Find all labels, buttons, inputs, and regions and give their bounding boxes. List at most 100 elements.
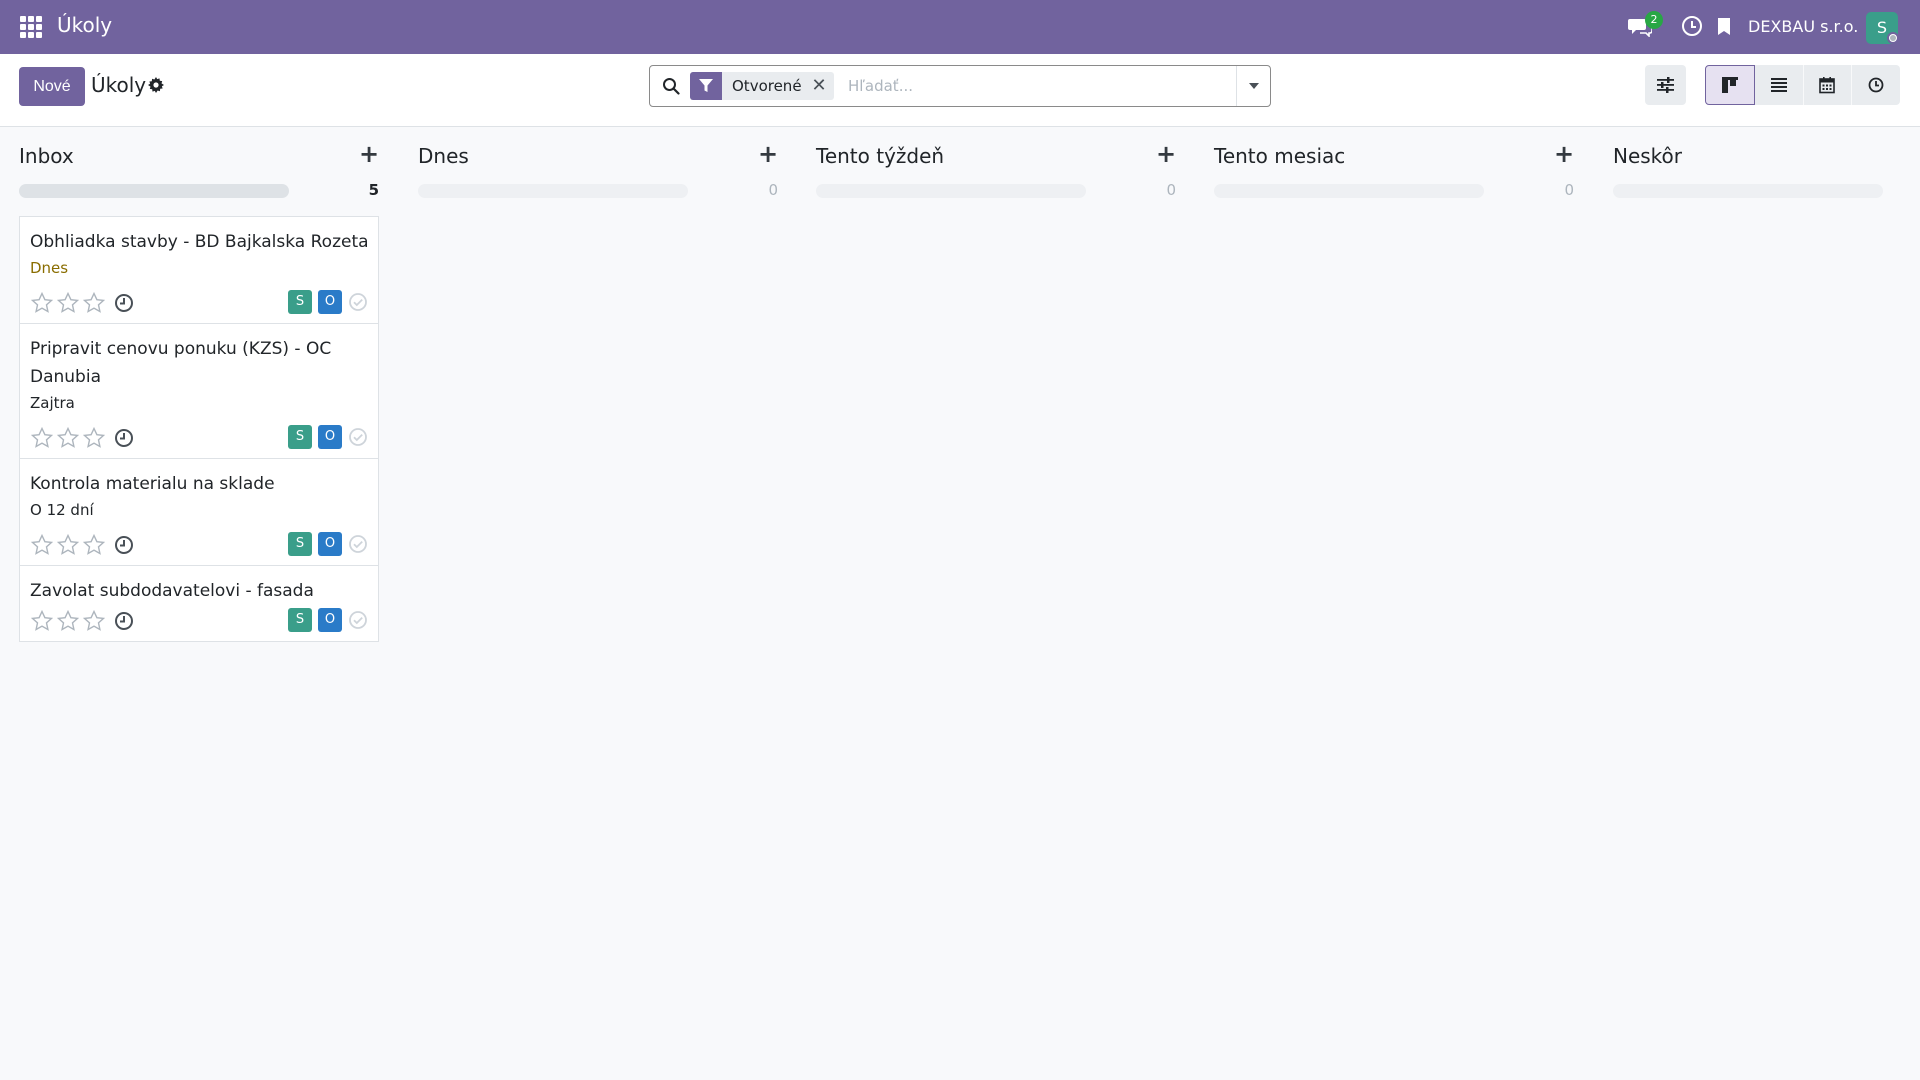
column-title[interactable]: Tento mesiac [1214, 144, 1345, 168]
activity-clock-icon[interactable] [114, 428, 134, 448]
assignee-avatar[interactable]: S [288, 425, 312, 449]
star-icon[interactable] [56, 291, 80, 315]
card-title: Zavolat subdodavatelovi - fasada [30, 581, 314, 601]
settings-button[interactable] [1645, 65, 1686, 105]
task-card[interactable]: Pripravit cenovu ponuku (KZS) - OC Danub… [20, 324, 378, 459]
column-header: Tento týždeň + [816, 142, 1176, 172]
card-deadline: Zajtra [30, 394, 75, 412]
assignees: S O [282, 290, 368, 314]
column-progress-bar[interactable] [418, 184, 688, 198]
column-count: 0 [768, 181, 778, 199]
assignee-avatar[interactable]: S [288, 608, 312, 632]
column-header: Neskôr [1613, 142, 1913, 172]
star-icon[interactable] [56, 533, 80, 557]
task-card[interactable]: Zavolat subdodavatelovi - fasada S O [20, 566, 378, 641]
clock-icon [1868, 77, 1884, 93]
column-add-icon[interactable]: + [1156, 142, 1176, 166]
priority-stars [30, 291, 108, 315]
card-title: Kontrola materialu na sklade [30, 474, 275, 494]
check-circle-icon[interactable] [348, 292, 368, 312]
assignee-avatar[interactable]: O [318, 608, 342, 632]
column-title[interactable]: Inbox [19, 144, 74, 168]
star-icon[interactable] [30, 533, 54, 557]
kanban-icon [1721, 77, 1738, 93]
assignees: S O [282, 608, 368, 632]
top-navbar: Úkoly 2 DEXBAU s.r.o. S [0, 0, 1920, 54]
assignee-avatar[interactable]: O [318, 532, 342, 556]
column-title[interactable]: Tento týždeň [816, 144, 944, 168]
company-switcher[interactable]: DEXBAU s.r.o. [1748, 17, 1858, 36]
card-title: Obhliadka stavby - BD Bajkalska Rozeta [30, 232, 369, 252]
column-header: Inbox + [19, 142, 379, 172]
star-icon[interactable] [56, 609, 80, 633]
activity-clock-icon[interactable] [114, 293, 134, 313]
search-input[interactable] [848, 74, 1228, 98]
card-footer: S O [30, 422, 368, 458]
check-circle-icon[interactable] [348, 534, 368, 554]
assignees: S O [282, 425, 368, 449]
column-count: 5 [368, 181, 379, 199]
new-button[interactable]: Nové [19, 67, 85, 106]
bookmark-icon[interactable] [1717, 17, 1731, 36]
search-options-dropdown-icon[interactable] [1236, 66, 1270, 106]
column-add-icon[interactable]: + [1554, 142, 1574, 166]
column-add-icon[interactable]: + [359, 142, 379, 166]
star-icon[interactable] [82, 291, 106, 315]
check-circle-icon[interactable] [348, 427, 368, 447]
facet-remove-icon[interactable]: ✕ [812, 72, 834, 100]
card-deadline: O 12 dní [30, 501, 94, 519]
star-icon[interactable] [82, 609, 106, 633]
priority-stars [30, 533, 108, 557]
task-card[interactable]: Kontrola materialu na sklade O 12 dní S … [20, 459, 378, 566]
activity-view-button[interactable] [1852, 65, 1900, 105]
task-card[interactable]: Obhliadka stavby - BD Bajkalska Rozeta D… [20, 217, 378, 324]
column-count: 0 [1564, 181, 1574, 199]
search-facet[interactable]: Otvorené ✕ [690, 72, 834, 100]
column-progress-bar[interactable] [1214, 184, 1484, 198]
app-title[interactable]: Úkoly [57, 13, 112, 37]
assignees: S O [282, 532, 368, 556]
filter-icon [690, 72, 722, 100]
gear-icon[interactable] [148, 77, 164, 93]
star-icon[interactable] [82, 426, 106, 450]
column-header: Dnes + [418, 142, 778, 172]
column-progress-bar[interactable] [19, 184, 289, 198]
assignee-avatar[interactable]: O [318, 425, 342, 449]
column-title[interactable]: Dnes [418, 144, 469, 168]
star-icon[interactable] [82, 533, 106, 557]
activity-clock-icon[interactable] [114, 611, 134, 631]
search-icon[interactable] [662, 77, 680, 95]
card-list: Obhliadka stavby - BD Bajkalska Rozeta D… [19, 216, 379, 642]
column-progress-bar[interactable] [816, 184, 1086, 198]
sliders-icon [1657, 77, 1674, 93]
calendar-icon [1819, 77, 1836, 94]
calendar-view-button[interactable] [1803, 65, 1853, 105]
assignee-avatar[interactable]: S [288, 532, 312, 556]
assignee-avatar[interactable]: S [288, 290, 312, 314]
facet-label: Otvorené [732, 77, 802, 95]
column-count: 0 [1166, 181, 1176, 199]
column-add-icon[interactable]: + [758, 142, 778, 166]
activities-clock-icon[interactable] [1682, 16, 1702, 36]
column-title[interactable]: Neskôr [1613, 144, 1682, 168]
activity-clock-icon[interactable] [114, 535, 134, 555]
page-title: Úkoly [91, 73, 147, 97]
kanban-view-button[interactable] [1705, 65, 1755, 105]
apps-menu-icon[interactable] [20, 16, 42, 38]
priority-stars [30, 609, 108, 633]
star-icon[interactable] [30, 609, 54, 633]
kanban-board: Inbox + 5 Obhliadka stavby - BD Bajkalsk… [0, 128, 1920, 1080]
view-switcher [1705, 65, 1900, 105]
star-icon[interactable] [30, 291, 54, 315]
card-footer: S O [30, 529, 368, 565]
star-icon[interactable] [56, 426, 80, 450]
assignee-avatar[interactable]: O [318, 290, 342, 314]
check-circle-icon[interactable] [348, 610, 368, 630]
priority-stars [30, 426, 108, 450]
user-status-icon [1887, 32, 1899, 44]
list-view-button[interactable] [1754, 65, 1804, 105]
star-icon[interactable] [30, 426, 54, 450]
column-header: Tento mesiac + [1214, 142, 1574, 172]
chat-badge: 2 [1645, 11, 1663, 29]
column-progress-bar[interactable] [1613, 184, 1883, 198]
